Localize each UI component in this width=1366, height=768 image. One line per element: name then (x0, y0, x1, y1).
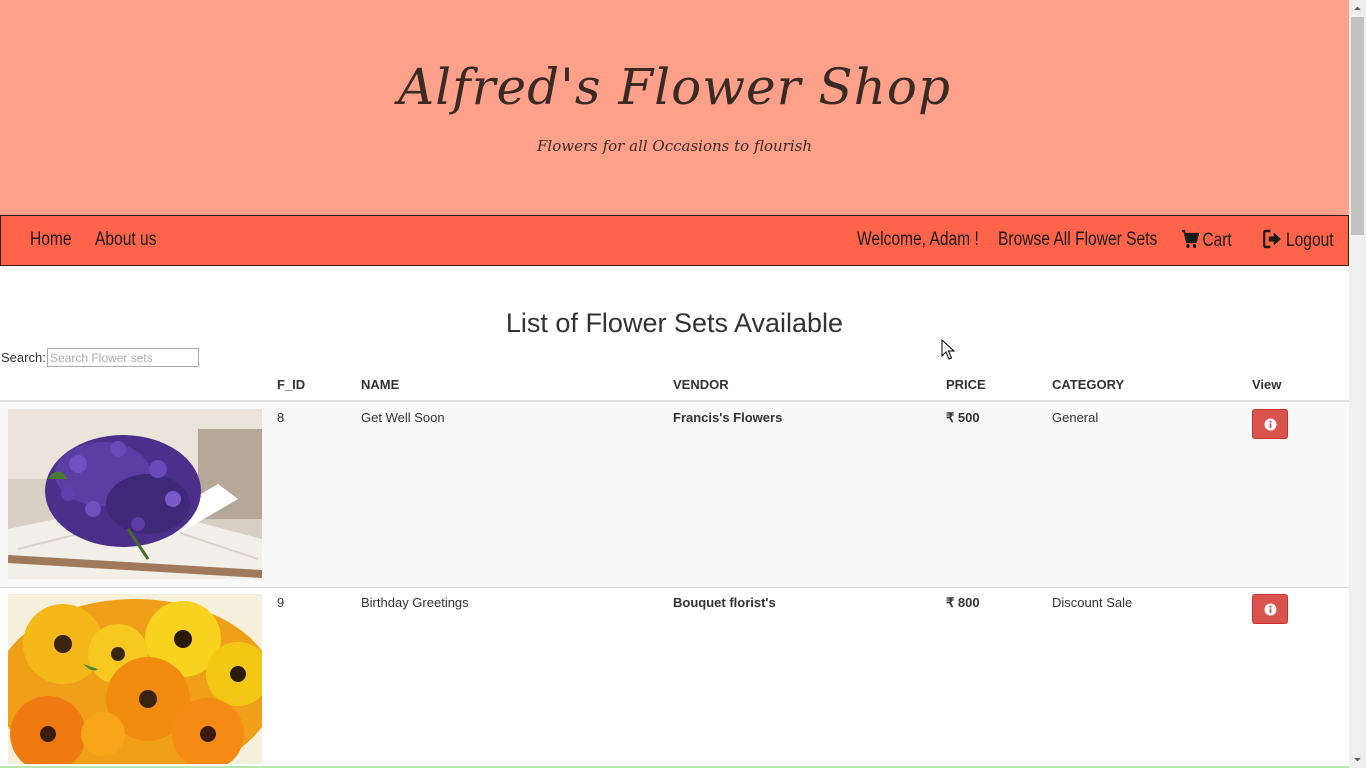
column-header-view: View (1252, 377, 1282, 392)
table-row: 8 Get Well Soon Francis's Flowers ₹ 500 … (0, 402, 1349, 588)
column-header-name: NAME (361, 377, 400, 392)
scrollbar-thumb[interactable] (1351, 17, 1364, 235)
nav-home-link[interactable]: Home (30, 229, 72, 251)
column-header-price: PRICE (946, 377, 986, 392)
flower-set-image (8, 594, 262, 764)
nav-logout-link[interactable]: Logout (1263, 229, 1334, 252)
flower-category: Discount Sale (1052, 595, 1133, 610)
scroll-down-arrow-icon[interactable] (1349, 751, 1366, 768)
page-title: List of Flower Sets Available (505, 308, 844, 338)
logout-icon (1263, 229, 1282, 249)
flower-category: General (1052, 410, 1099, 425)
flower-name: Get Well Soon (361, 410, 445, 425)
column-header-fid: F_ID (277, 377, 306, 392)
navbar: Home About us Welcome, Adam ! Browse All… (0, 215, 1349, 266)
nav-logout-label: Logout (1285, 230, 1334, 251)
nav-browse-link[interactable]: Browse All Flower Sets (998, 229, 1157, 251)
site-tagline: Flowers for all Occasions to flourish (537, 137, 812, 155)
shopping-cart-icon (1181, 229, 1200, 248)
info-circle-icon (1264, 603, 1276, 615)
view-details-button[interactable] (1252, 594, 1288, 624)
mouse-cursor-icon (941, 339, 955, 360)
search-label: Search: (1, 350, 46, 365)
vertical-scrollbar[interactable] (1349, 0, 1366, 768)
flower-price: ₹ 500 (946, 410, 980, 425)
search-input[interactable] (47, 348, 199, 367)
column-header-category: CATEGORY (1052, 377, 1125, 392)
page: Alfred's Flower Shop Flowers for all Occ… (0, 0, 1349, 768)
flower-price: ₹ 800 (946, 595, 980, 610)
flower-vendor: Bouquet florist's (673, 595, 776, 610)
scroll-up-arrow-icon[interactable] (1349, 0, 1366, 17)
site-header: Alfred's Flower Shop Flowers for all Occ… (0, 0, 1349, 215)
site-title: Alfred's Flower Shop (398, 58, 951, 116)
nav-welcome-link[interactable]: Welcome, Adam ! (857, 229, 979, 251)
table-row: 9 Birthday Greetings Bouquet florist's ₹… (0, 587, 1349, 768)
flower-vendor: Francis's Flowers (673, 410, 783, 425)
flower-set-image (8, 409, 262, 579)
flower-name: Birthday Greetings (361, 595, 469, 610)
flower-id: 9 (277, 595, 285, 610)
nav-cart-link[interactable]: Cart (1181, 229, 1232, 252)
nav-about-link[interactable]: About us (95, 229, 157, 251)
column-header-vendor: VENDOR (673, 377, 729, 392)
nav-cart-label: Cart (1202, 230, 1232, 251)
flower-id: 8 (277, 410, 285, 425)
view-details-button[interactable] (1252, 409, 1288, 439)
info-circle-icon (1264, 418, 1276, 430)
